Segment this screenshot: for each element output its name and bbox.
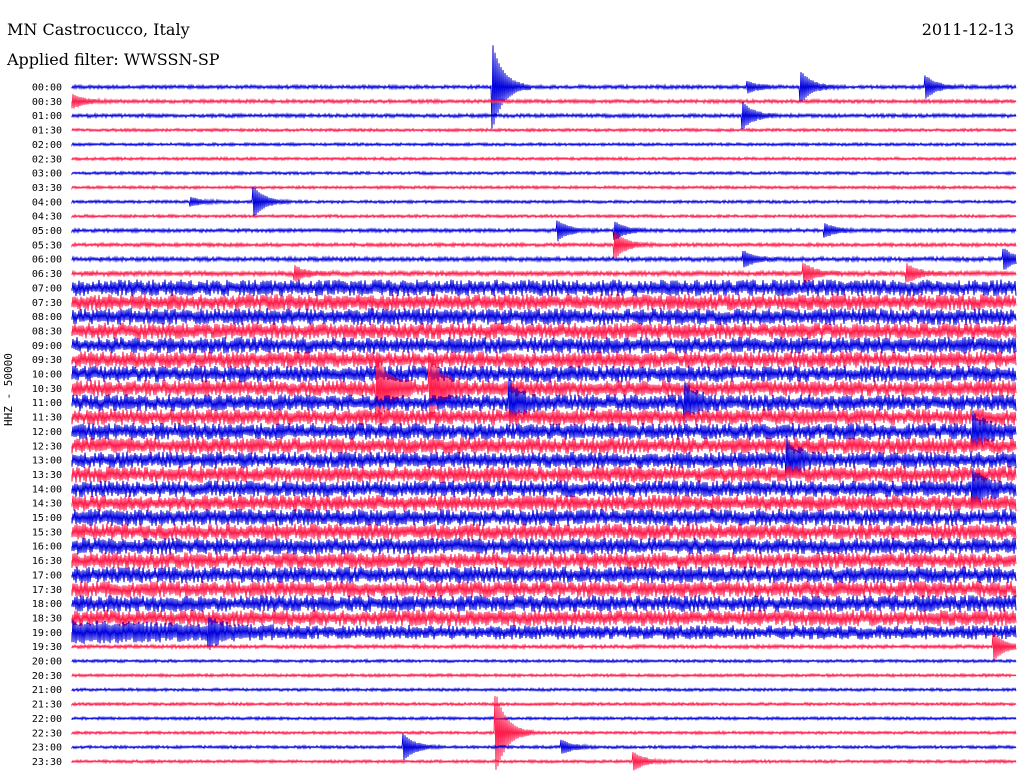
trace-line xyxy=(71,248,1017,270)
trace-line xyxy=(71,672,1017,679)
time-tick-label: 17:30 xyxy=(32,585,62,596)
trace-line xyxy=(71,279,1017,297)
time-tick-label: 01:30 xyxy=(32,126,62,137)
seismogram-chart: 00:00 00:30 01:00 01:30 02:00 02:30 03:00 03:30… xyxy=(32,45,1017,771)
trace-line xyxy=(71,365,1017,383)
trace-line xyxy=(71,231,1017,259)
time-tick-label: 12:30 xyxy=(32,441,62,452)
time-tick-label: 08:30 xyxy=(32,326,62,337)
trace-line xyxy=(71,552,1017,569)
time-tick-label: 10:00 xyxy=(32,370,62,381)
trace-line xyxy=(71,170,1017,176)
trace-line xyxy=(71,408,1017,426)
time-tick-label: 21:30 xyxy=(32,700,62,711)
trace-line xyxy=(71,127,1017,133)
trace-line xyxy=(71,220,1017,242)
time-tick-label: 01:00 xyxy=(32,111,62,122)
time-tick-label: 23:00 xyxy=(32,743,62,754)
trace-line xyxy=(71,494,1017,512)
trace-line xyxy=(71,509,1017,526)
time-tick-label: 04:00 xyxy=(32,197,62,208)
time-tick-label: 02:30 xyxy=(32,154,62,165)
time-tick-label: 20:00 xyxy=(32,657,62,668)
time-tick-label: 22:00 xyxy=(32,714,62,725)
time-tick-label: 19:30 xyxy=(32,642,62,653)
time-tick-label: 09:00 xyxy=(32,341,62,352)
time-tick-label: 17:00 xyxy=(32,570,62,581)
time-tick-label: 07:30 xyxy=(32,298,62,309)
trace-line xyxy=(71,686,1017,693)
trace-line xyxy=(71,733,1017,760)
time-tick-label: 11:30 xyxy=(32,413,62,424)
trace-line xyxy=(71,696,1017,770)
time-tick-label: 00:30 xyxy=(32,97,62,108)
trace-line xyxy=(71,580,1017,598)
trace-line xyxy=(71,184,1017,191)
trace-line xyxy=(71,715,1017,722)
time-tick-label: 04:30 xyxy=(32,212,62,223)
time-tick-label: 05:00 xyxy=(32,226,62,237)
time-tick-label: 22:30 xyxy=(32,728,62,739)
time-tick-label: 15:00 xyxy=(32,513,62,524)
time-tick-label: 13:30 xyxy=(32,470,62,481)
time-tick-label: 21:00 xyxy=(32,685,62,696)
trace-line xyxy=(71,537,1017,555)
time-tick-label: 08:00 xyxy=(32,312,62,323)
time-tick-label: 02:00 xyxy=(32,140,62,151)
time-tick-label: 14:00 xyxy=(32,484,62,495)
time-tick-label: 10:30 xyxy=(32,384,62,395)
trace-line xyxy=(71,566,1017,584)
trace-line xyxy=(71,437,1017,455)
trace-line xyxy=(71,752,1017,771)
time-tick-label: 23:30 xyxy=(32,757,62,768)
time-tick-label: 11:00 xyxy=(32,398,62,409)
trace-line xyxy=(71,293,1017,311)
time-tick-label: 14:30 xyxy=(32,499,62,510)
time-tick-label: 18:30 xyxy=(32,613,62,624)
trace-line xyxy=(71,141,1017,148)
time-tick-label: 03:30 xyxy=(32,183,62,194)
trace-line xyxy=(71,308,1017,326)
time-tick-label: 13:00 xyxy=(32,456,62,467)
trace-line xyxy=(71,658,1017,664)
time-tick-label: 12:00 xyxy=(32,427,62,438)
time-tick-label: 03:00 xyxy=(32,169,62,180)
time-tick-label: 05:30 xyxy=(32,240,62,251)
trace-line xyxy=(71,466,1017,483)
trace-line xyxy=(71,263,1017,285)
trace-line xyxy=(71,322,1017,340)
trace-line xyxy=(71,351,1017,369)
time-tick-label: 15:30 xyxy=(32,527,62,538)
time-tick-label: 16:30 xyxy=(32,556,62,567)
trace-line xyxy=(71,336,1017,354)
trace-line xyxy=(71,94,1017,109)
trace-line xyxy=(71,523,1017,541)
time-tick-label: 00:00 xyxy=(32,83,62,94)
time-tick-label: 09:30 xyxy=(32,355,62,366)
trace-line xyxy=(71,701,1017,707)
trace-line xyxy=(71,155,1017,162)
time-tick-label: 20:30 xyxy=(32,671,62,682)
time-tick-label: 16:00 xyxy=(32,542,62,553)
trace-line xyxy=(71,186,1017,218)
time-tick-label: 07:00 xyxy=(32,283,62,294)
time-tick-label: 06:00 xyxy=(32,255,62,266)
time-tick-label: 18:00 xyxy=(32,599,62,610)
time-tick-label: 06:30 xyxy=(32,269,62,280)
trace-line xyxy=(71,213,1017,220)
time-tick-label: 19:00 xyxy=(32,628,62,639)
trace-line xyxy=(71,102,1017,130)
trace-line xyxy=(71,595,1017,613)
